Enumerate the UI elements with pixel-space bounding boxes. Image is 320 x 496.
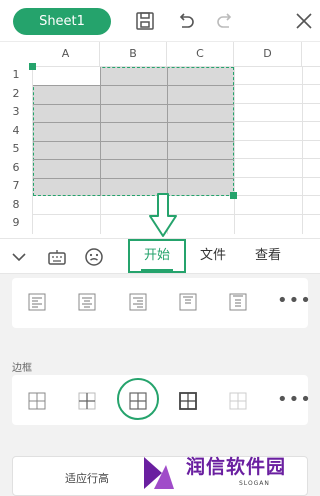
chevron-down-icon[interactable] bbox=[7, 245, 31, 269]
cell-border bbox=[33, 159, 234, 160]
row-header-5[interactable]: 5 bbox=[0, 140, 32, 159]
watermark: 润信软件园 SLOGAN bbox=[140, 452, 310, 492]
selected-range[interactable] bbox=[33, 67, 234, 196]
alignment-card: ••• bbox=[12, 278, 311, 328]
align-center-icon[interactable] bbox=[78, 293, 96, 311]
border-inner-icon[interactable] bbox=[78, 392, 96, 410]
down-arrow-icon bbox=[149, 193, 177, 237]
grid-line bbox=[234, 66, 235, 234]
column-header-b[interactable]: B bbox=[100, 42, 167, 66]
top-bar: Sheet1 bbox=[0, 0, 320, 42]
undo-icon[interactable] bbox=[173, 9, 197, 33]
grid-line bbox=[302, 66, 303, 234]
row-header-3[interactable]: 3 bbox=[0, 103, 32, 122]
row-header-8[interactable]: 8 bbox=[0, 196, 32, 215]
row-header-1[interactable]: 1 bbox=[0, 66, 32, 85]
align-middle-icon[interactable] bbox=[229, 293, 247, 311]
selection-handle-top-left[interactable] bbox=[29, 63, 36, 70]
border-section-label: 边框 bbox=[12, 363, 32, 374]
more-alignment-button[interactable]: ••• bbox=[277, 290, 312, 311]
selection-handle-bottom-right[interactable] bbox=[230, 192, 237, 199]
border-card: ••• bbox=[12, 375, 311, 425]
cell-border bbox=[33, 141, 234, 142]
border-all-icon[interactable] bbox=[28, 392, 46, 410]
row-header-4[interactable]: 4 bbox=[0, 122, 32, 141]
sheet-tab[interactable]: Sheet1 bbox=[13, 8, 111, 35]
highlight-circle bbox=[117, 378, 159, 420]
save-icon[interactable] bbox=[133, 9, 157, 33]
column-header-d[interactable]: D bbox=[234, 42, 302, 66]
align-left-icon[interactable] bbox=[28, 293, 46, 311]
cell-border bbox=[33, 104, 234, 105]
cell-border bbox=[100, 67, 101, 196]
keyboard-icon[interactable] bbox=[45, 245, 69, 269]
tab-view[interactable]: 查看 bbox=[248, 239, 288, 273]
brand-logo-icon bbox=[144, 457, 174, 489]
cell-border bbox=[33, 85, 234, 86]
column-header-c[interactable]: C bbox=[167, 42, 234, 66]
fit-row-height-label: 适应行高 bbox=[65, 472, 109, 485]
cell-border bbox=[33, 122, 234, 123]
brand-name: 润信软件园 bbox=[186, 456, 287, 478]
row-header-9[interactable]: 9 bbox=[0, 214, 32, 233]
cell-border bbox=[167, 67, 168, 196]
brand-slogan: SLOGAN bbox=[239, 480, 270, 487]
tab-file[interactable]: 文件 bbox=[193, 239, 233, 273]
align-top-icon[interactable] bbox=[179, 293, 197, 311]
row-header-6[interactable]: 6 bbox=[0, 159, 32, 178]
emoji-icon[interactable] bbox=[82, 245, 106, 269]
cell-border bbox=[33, 178, 234, 179]
close-icon[interactable] bbox=[292, 9, 316, 33]
border-outer-thick-icon[interactable] bbox=[179, 392, 197, 410]
row-header-7[interactable]: 7 bbox=[0, 177, 32, 196]
redo-icon[interactable] bbox=[214, 9, 238, 33]
more-border-button[interactable]: ••• bbox=[277, 389, 312, 410]
row-header-2[interactable]: 2 bbox=[0, 85, 32, 104]
active-cell[interactable] bbox=[33, 67, 100, 85]
align-right-icon[interactable] bbox=[129, 293, 147, 311]
column-header-a[interactable]: A bbox=[32, 42, 100, 66]
border-none-icon[interactable] bbox=[229, 392, 247, 410]
highlight-box bbox=[128, 239, 186, 273]
